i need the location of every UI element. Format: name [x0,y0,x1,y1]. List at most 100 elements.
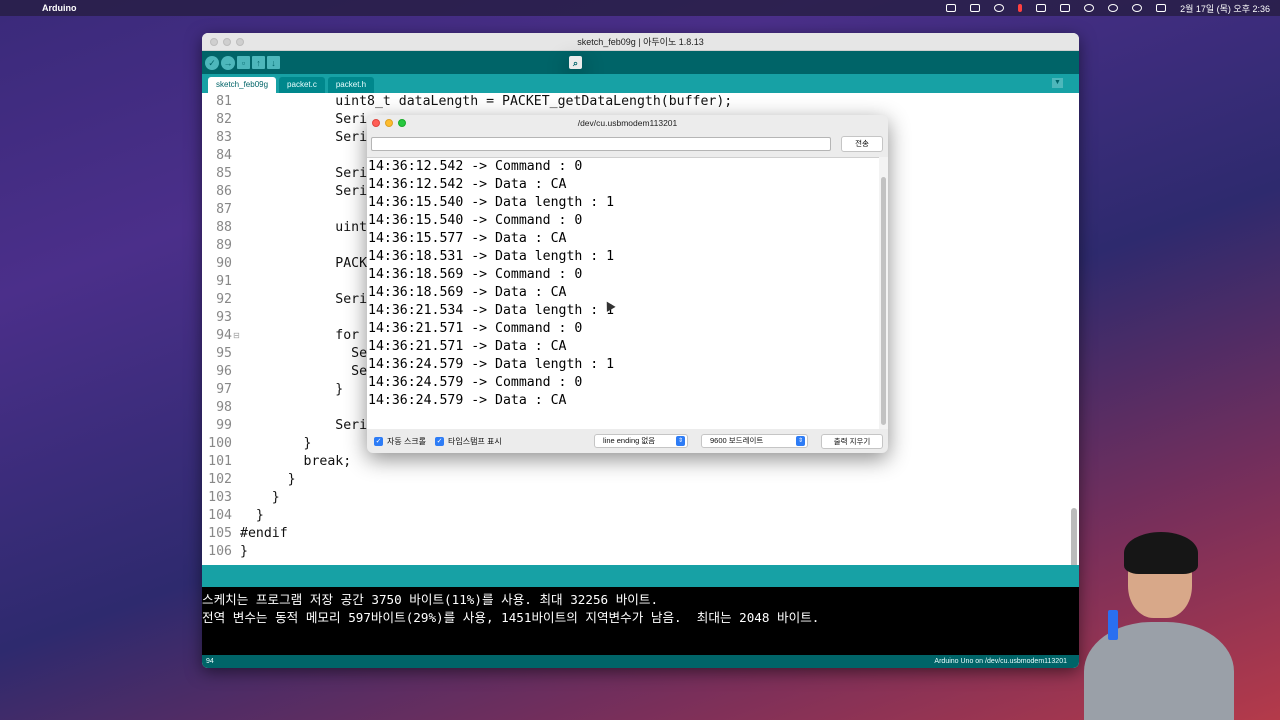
autoscroll-checkbox[interactable]: ✓ 자동 스크롤 [374,436,426,447]
zoom-icon[interactable] [398,119,406,127]
minimize-icon[interactable] [385,119,393,127]
tab-sketch[interactable]: sketch_feb09g [208,77,277,93]
tab-packet-c[interactable]: packet.c [279,77,325,93]
board-port-info: Arduino Uno on /dev/cu.usbmodem113201 [934,658,1067,665]
checkbox-checked-icon[interactable]: ✓ [374,437,383,446]
serial-footer: ✓ 자동 스크롤 ✓ 타임스탬프 표시 line ending 없음 ⇕ 960… [367,429,888,453]
line-number: 103 [208,490,232,505]
wifi-icon[interactable] [1108,4,1119,12]
tab-packet-h[interactable]: packet.h [327,77,375,93]
serial-output[interactable]: 14:36:12.542 -> Command : 0 14:36:12.542… [367,157,879,429]
line-number: 101 [208,454,232,469]
line-number: 87 [216,202,232,217]
close-icon[interactable] [372,119,380,127]
line-ending-select[interactable]: line ending 없음 ⇕ [594,434,688,448]
sidebar-icon[interactable] [970,4,981,12]
save-sketch-icon[interactable]: ↓ [267,56,280,69]
code-line[interactable]: } [240,471,296,489]
code-line[interactable]: } [240,543,248,561]
serial-monitor-window: /dev/cu.usbmodem113201 전송 14:36:12.542 -… [367,115,888,453]
spotlight-search-icon[interactable] [1132,4,1143,12]
presenter-webcam [1068,530,1280,720]
close-icon[interactable] [210,38,218,46]
menu-clock[interactable]: 2월 17일 (목) 오후 2:36 [1180,2,1270,15]
bluetooth-icon[interactable] [1084,4,1095,12]
ide-status-bar: 94 Arduino Uno on /dev/cu.usbmodem113201 [202,655,1079,668]
code-line[interactable]: Seri [240,183,367,201]
line-number: 89 [216,238,232,253]
serial-monitor-icon[interactable]: ⌕ [569,56,582,69]
app-menu-name[interactable]: Arduino [42,3,77,13]
code-line[interactable]: uint8_t dataLength = PACKET_getDataLengt… [240,93,732,111]
presenter-hair [1124,532,1198,574]
code-line[interactable]: Se [240,363,367,381]
code-line[interactable]: for [240,327,359,345]
code-line[interactable]: Seri [240,129,367,147]
cursor-line-number: 94 [206,658,214,665]
checkbox-checked-icon[interactable]: ✓ [435,437,444,446]
creative-cloud-icon[interactable] [994,4,1005,12]
microphone-icon [1108,610,1118,640]
ide-window-controls [210,38,244,46]
line-number: 106 [208,544,232,559]
status-area: 2월 17일 (목) 오후 2:36 [946,0,1270,16]
line-number: 105 [208,526,232,541]
recording-indicator-icon[interactable] [1018,4,1023,12]
serial-output-line: 14:36:24.579 -> Data : CA [368,393,567,408]
serial-output-line: 14:36:18.569 -> Data : CA [368,285,567,300]
fold-toggle-icon[interactable]: ⊟ [233,331,240,340]
input-source-icon[interactable] [1036,4,1047,12]
serial-scrollbar[interactable] [879,157,888,429]
serial-output-line: 14:36:12.542 -> Data : CA [368,177,567,192]
code-line[interactable]: PACK [240,255,367,273]
code-line[interactable]: Seri [240,417,367,435]
code-line[interactable]: Se [240,345,367,363]
build-console[interactable]: 스케치는 프로그램 저장 공간 3750 바이트(11%)를 사용. 최대 32… [202,587,1079,655]
send-button[interactable]: 전송 [841,136,883,152]
console-line: 스케치는 프로그램 저장 공간 3750 바이트(11%)를 사용. 최대 32… [202,592,659,607]
presenter-body [1084,622,1234,720]
code-line[interactable]: } [240,489,280,507]
code-line[interactable]: Seri [240,165,367,183]
new-sketch-icon[interactable]: ▫ [237,56,250,69]
serial-output-line: 14:36:12.542 -> Command : 0 [368,159,583,174]
volume-icon[interactable] [1060,4,1071,12]
code-line[interactable]: Seri [240,111,367,129]
minimize-icon[interactable] [223,38,231,46]
serial-output-line: 14:36:21.571 -> Command : 0 [368,321,583,336]
timestamp-checkbox[interactable]: ✓ 타임스탬프 표시 [435,436,502,447]
upload-icon[interactable]: → [221,55,235,70]
code-line[interactable]: break; [240,453,352,471]
line-number: 91 [216,274,232,289]
autoscroll-label: 자동 스크롤 [387,437,427,446]
serial-window-title: /dev/cu.usbmodem113201 [577,118,678,128]
control-center-icon[interactable] [1156,4,1167,12]
ide-window-title: sketch_feb09g | 아두이노 1.8.13 [577,37,704,47]
tab-menu-icon[interactable]: ▼ [1052,78,1063,88]
code-line[interactable]: Seri [240,291,367,309]
zoom-icon[interactable] [236,38,244,46]
sketch-tabs: sketch_feb09g packet.c packet.h ▼ [202,74,1079,93]
ide-titlebar: sketch_feb09g | 아두이노 1.8.13 [202,33,1079,51]
screen-record-icon[interactable] [946,4,957,12]
serial-output-line: 14:36:18.569 -> Command : 0 [368,267,583,282]
serial-output-line: 14:36:15.540 -> Command : 0 [368,213,583,228]
menu-bar: Arduino 2월 17일 (목) 오후 2:36 [0,0,1280,16]
line-ending-value: line ending 없음 [603,436,656,445]
verify-icon[interactable]: ✓ [205,55,219,70]
line-number: 102 [208,472,232,487]
serial-output-line: 14:36:15.540 -> Data length : 1 [368,195,615,210]
baud-rate-select[interactable]: 9600 보드레이트 ⇕ [701,434,808,448]
serial-scrollbar-thumb[interactable] [881,177,886,425]
code-line[interactable]: } [240,507,264,525]
serial-output-line: 14:36:24.579 -> Data length : 1 [368,357,615,372]
line-number: 92 [216,292,232,307]
code-line[interactable]: #endif [240,525,288,543]
code-line[interactable]: } [240,381,343,399]
code-line[interactable]: } [240,435,312,453]
serial-input-field[interactable] [371,137,831,151]
ide-message-bar [202,565,1079,587]
code-line[interactable]: uint [240,219,367,237]
open-sketch-icon[interactable]: ↑ [252,56,265,69]
clear-output-button[interactable]: 출력 지우기 [821,434,883,449]
